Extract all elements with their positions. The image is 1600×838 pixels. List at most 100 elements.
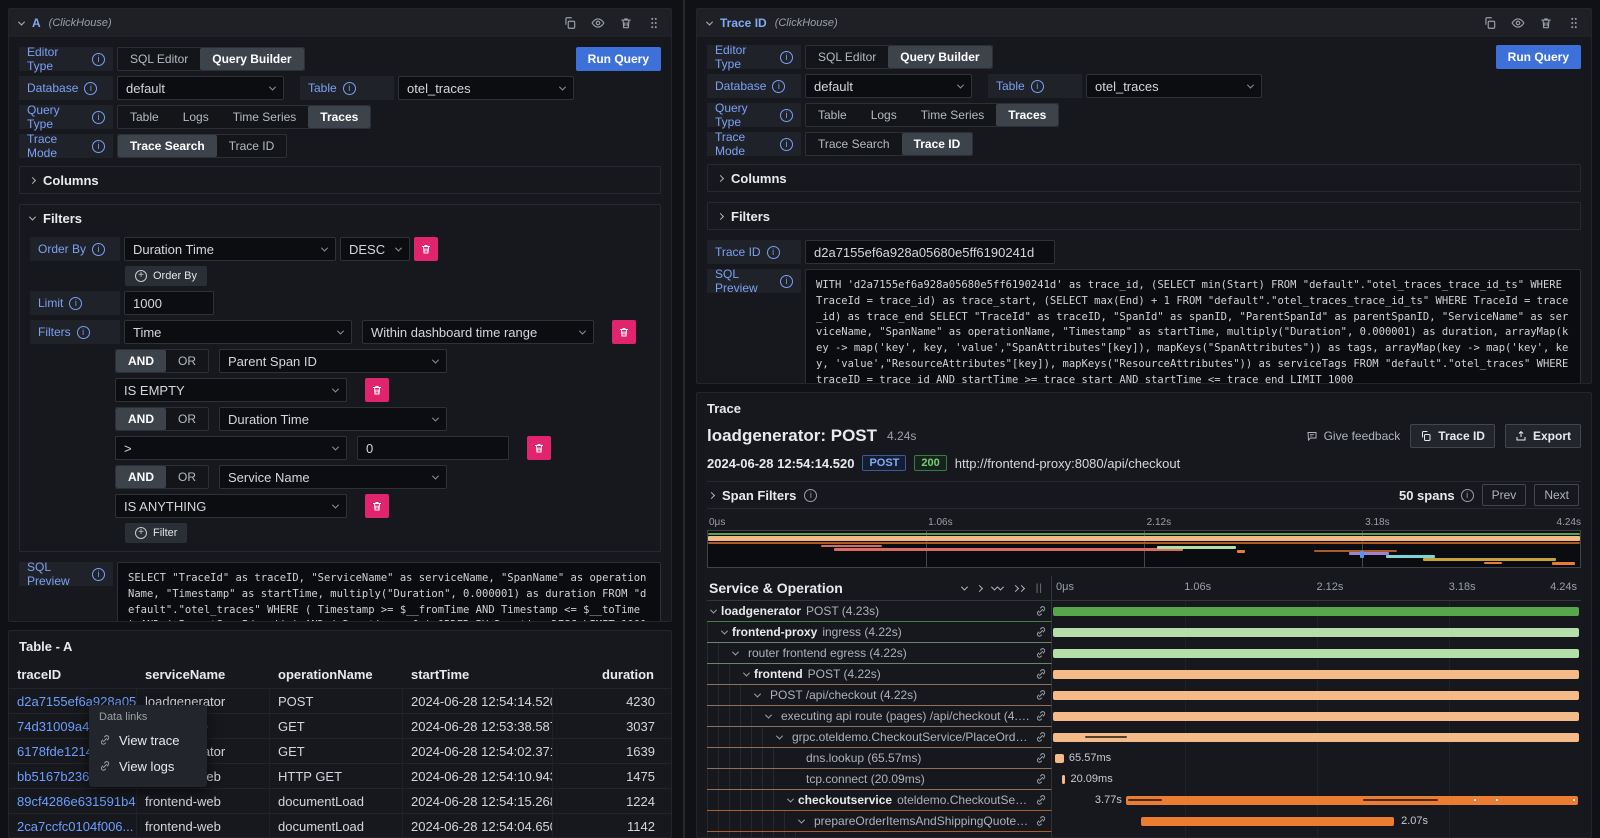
sql-editor-option[interactable]: SQL Editor [118, 48, 200, 70]
chevron-down-icon[interactable] [710, 606, 717, 613]
trace-search-option[interactable]: Trace Search [118, 135, 217, 157]
span-duration-bar[interactable] [1053, 712, 1579, 721]
query-type-traces[interactable]: Traces [308, 106, 370, 128]
info-icon[interactable]: i [767, 246, 780, 259]
trace-id-link[interactable]: 2ca7ccfc0104f006... [9, 814, 137, 838]
and-option[interactable]: AND [116, 466, 166, 488]
column-resize-handle[interactable]: || [1034, 583, 1045, 594]
query-type-timeseries[interactable]: Time Series [909, 104, 997, 126]
filter-field-select[interactable]: Parent Span ID [219, 349, 447, 373]
chevron-down-icon[interactable] [787, 795, 794, 802]
span-link-icon[interactable] [1035, 815, 1051, 827]
info-icon[interactable]: i [69, 297, 82, 310]
span-link-icon[interactable] [1035, 689, 1051, 701]
query-type-logs[interactable]: Logs [859, 104, 909, 126]
info-icon[interactable]: i [84, 82, 97, 95]
span-row[interactable]: tcp.connect (20.09ms) 20.09ms [707, 769, 1581, 790]
query-title[interactable]: Trace ID [720, 16, 767, 30]
query-title[interactable]: A [32, 16, 41, 30]
info-icon[interactable]: i [77, 326, 90, 339]
span-duration-bar[interactable] [1126, 796, 1578, 805]
span-row[interactable]: executing api route (pages) /api/checkou… [707, 706, 1581, 727]
info-icon[interactable]: i [92, 111, 105, 124]
remove-filter-button[interactable] [365, 494, 389, 518]
span-row[interactable]: oteldemo.CartService/GetCart (23.22ms) 2… [707, 832, 1581, 838]
remove-filter-button[interactable] [612, 320, 636, 344]
chevron-down-icon[interactable] [765, 711, 772, 718]
info-icon[interactable]: i [780, 138, 793, 151]
span-filters-label[interactable]: Span Filters [722, 488, 796, 503]
filter-operator-select[interactable]: Within dashboard time range [362, 320, 594, 344]
trash-icon[interactable] [1539, 16, 1553, 30]
chevron-down-icon[interactable] [18, 18, 25, 25]
chevron-down-icon[interactable] [798, 816, 805, 823]
span-duration-bar[interactable] [1053, 691, 1579, 700]
col-header-servicename[interactable]: serviceName [137, 660, 270, 688]
span-duration-bar[interactable] [1055, 754, 1064, 763]
trace-id-input[interactable] [805, 240, 1055, 264]
view-logs-link[interactable]: View logs [99, 753, 197, 779]
give-feedback-button[interactable]: Give feedback [1306, 429, 1401, 443]
trace-id-link[interactable]: 89cf4286e631591b4... [9, 789, 137, 813]
chevron-down-icon[interactable] [706, 18, 713, 25]
col-header-traceid[interactable]: traceID [9, 660, 137, 688]
query-type-logs[interactable]: Logs [171, 106, 221, 128]
filters-section-header[interactable]: Filters [20, 205, 660, 231]
info-icon[interactable]: i [780, 275, 793, 288]
chevron-down-icon[interactable] [732, 648, 739, 655]
chevron-down-icon[interactable] [743, 669, 750, 676]
span-duration-bar[interactable] [1053, 649, 1579, 658]
query-builder-option[interactable]: Query Builder [888, 46, 991, 68]
trace-id-option[interactable]: Trace ID [902, 133, 973, 155]
collapse-one-icon[interactable] [961, 583, 968, 590]
col-header-duration[interactable]: duration [553, 660, 671, 688]
sql-editor-option[interactable]: SQL Editor [806, 46, 888, 68]
table-row[interactable]: 89cf4286e631591b4... frontend-web docume… [9, 788, 671, 813]
next-span-button[interactable]: Next [1534, 484, 1579, 506]
span-link-icon[interactable] [1035, 773, 1051, 785]
span-link-icon[interactable] [1035, 794, 1051, 806]
or-option[interactable]: OR [166, 408, 208, 430]
span-row[interactable]: prepareOrderItemsAndShippingQuoteFromCar… [707, 811, 1581, 832]
expand-one-icon[interactable] [976, 584, 983, 591]
or-option[interactable]: OR [166, 466, 208, 488]
prev-span-button[interactable]: Prev [1482, 484, 1527, 506]
filter-field-select[interactable]: Service Name [219, 465, 447, 489]
info-icon[interactable]: i [92, 568, 105, 581]
span-link-icon[interactable] [1035, 668, 1051, 680]
span-duration-bar[interactable] [1053, 607, 1579, 616]
drag-handle-icon[interactable] [647, 16, 661, 30]
info-icon[interactable]: i [92, 243, 105, 256]
chevron-right-icon[interactable] [708, 491, 715, 498]
order-by-direction-select[interactable]: DESC [340, 237, 410, 261]
limit-input[interactable] [124, 291, 214, 315]
and-option[interactable]: AND [116, 408, 166, 430]
info-icon[interactable]: i [92, 140, 105, 153]
minimap-canvas[interactable] [707, 530, 1581, 568]
database-select[interactable]: default [117, 76, 284, 100]
info-icon[interactable]: i [343, 82, 356, 95]
view-trace-link[interactable]: View trace [99, 727, 197, 753]
table-row[interactable]: 2ca7ccfc0104f006... frontend-web documen… [9, 813, 671, 838]
run-query-button[interactable]: Run Query [576, 47, 661, 71]
expand-all-icon[interactable] [1013, 586, 1024, 591]
filter-field-select[interactable]: Time [124, 320, 352, 344]
col-header-operationname[interactable]: operationName [270, 660, 403, 688]
chevron-down-icon[interactable] [776, 732, 783, 739]
filters-section-header[interactable]: Filters [708, 203, 1580, 229]
info-icon[interactable]: i [1031, 80, 1044, 93]
eye-icon[interactable] [591, 16, 605, 30]
collapse-all-icon[interactable] [992, 586, 1003, 591]
drag-handle-icon[interactable] [1567, 16, 1581, 30]
columns-section-header[interactable]: Columns [20, 167, 660, 193]
info-icon[interactable]: i [780, 51, 793, 64]
span-link-icon[interactable] [1035, 710, 1051, 722]
filter-value-input[interactable] [357, 436, 509, 460]
span-row[interactable]: dns.lookup (65.57ms) 65.57ms [707, 748, 1581, 769]
info-icon[interactable]: i [804, 489, 817, 502]
remove-filter-button[interactable] [527, 436, 551, 460]
filter-operator-select[interactable]: > [115, 436, 347, 460]
table-select[interactable]: otel_traces [398, 76, 574, 100]
filter-operator-select[interactable]: IS EMPTY [115, 378, 347, 402]
span-link-icon[interactable] [1035, 626, 1051, 638]
